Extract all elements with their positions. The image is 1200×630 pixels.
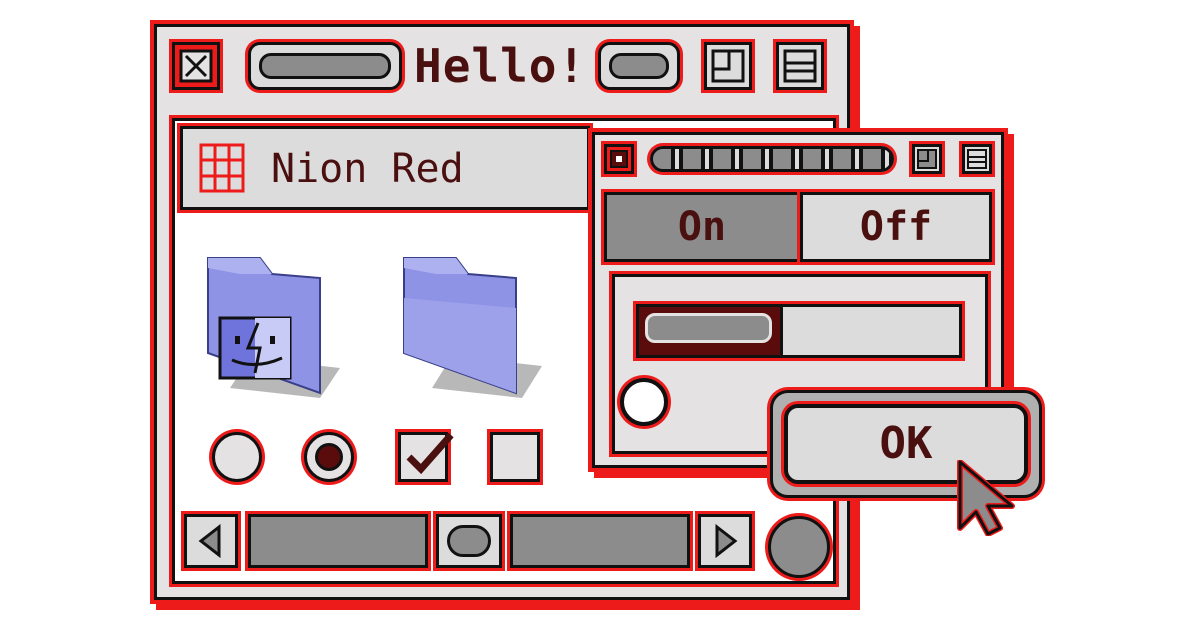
dialog-title-stripes[interactable] <box>650 146 894 172</box>
mac-os-folder[interactable] <box>200 248 350 398</box>
cursor-arrow-icon <box>957 460 1015 536</box>
folder-icon <box>403 257 542 398</box>
tab-on[interactable]: On <box>604 192 800 262</box>
progress-fill <box>639 307 783 355</box>
scroll-right-button[interactable] <box>698 514 752 568</box>
title-bar-stripes-left[interactable] <box>248 42 402 90</box>
collapse-box-icon <box>783 49 817 83</box>
scroll-track-right[interactable] <box>510 514 690 568</box>
zoom-box-icon <box>917 149 937 169</box>
close-box-icon <box>610 150 628 168</box>
checkbox-checked[interactable] <box>398 432 454 482</box>
window-title: Hello! <box>414 39 587 93</box>
resize-grip[interactable] <box>768 516 830 578</box>
dialog-radio[interactable] <box>620 378 668 426</box>
tab-on-label: On <box>677 204 727 250</box>
radio-selected[interactable] <box>304 432 354 482</box>
left-arrow-icon <box>198 523 221 559</box>
progress-capsule <box>645 313 772 343</box>
title-bar-capsule <box>259 53 391 79</box>
scroll-thumb[interactable] <box>436 514 502 568</box>
scroll-left-button[interactable] <box>184 514 238 568</box>
mac-os-folder-icon <box>207 257 340 398</box>
tab-off-label: Off <box>859 204 933 250</box>
title-bar-capsule-right[interactable] <box>598 42 680 90</box>
close-box[interactable] <box>172 42 220 90</box>
tab-off[interactable]: Off <box>800 192 992 262</box>
path-header[interactable]: Nion Red <box>180 126 590 210</box>
checkbox-unchecked[interactable] <box>490 432 540 482</box>
radio-dot <box>315 443 343 471</box>
title-bar-capsule <box>609 53 669 79</box>
collapse-box-icon <box>967 149 987 169</box>
dialog-zoom-box[interactable] <box>912 144 942 174</box>
dialog-close-box[interactable] <box>604 144 634 174</box>
path-label: Nion Red <box>271 146 464 192</box>
scroll-track-left[interactable] <box>248 514 428 568</box>
checkmark-icon <box>406 432 454 475</box>
zoom-box-icon <box>711 49 745 83</box>
grid-icon <box>199 143 245 193</box>
radio-unselected[interactable] <box>212 432 262 482</box>
right-arrow-icon <box>715 523 738 559</box>
close-box-icon <box>179 49 213 83</box>
collapse-box[interactable] <box>776 42 824 90</box>
zoom-box[interactable] <box>704 42 752 90</box>
folder[interactable] <box>396 248 552 398</box>
scroll-thumb-grip <box>447 525 491 557</box>
progress-bar <box>636 304 962 358</box>
dialog-collapse-box[interactable] <box>962 144 992 174</box>
